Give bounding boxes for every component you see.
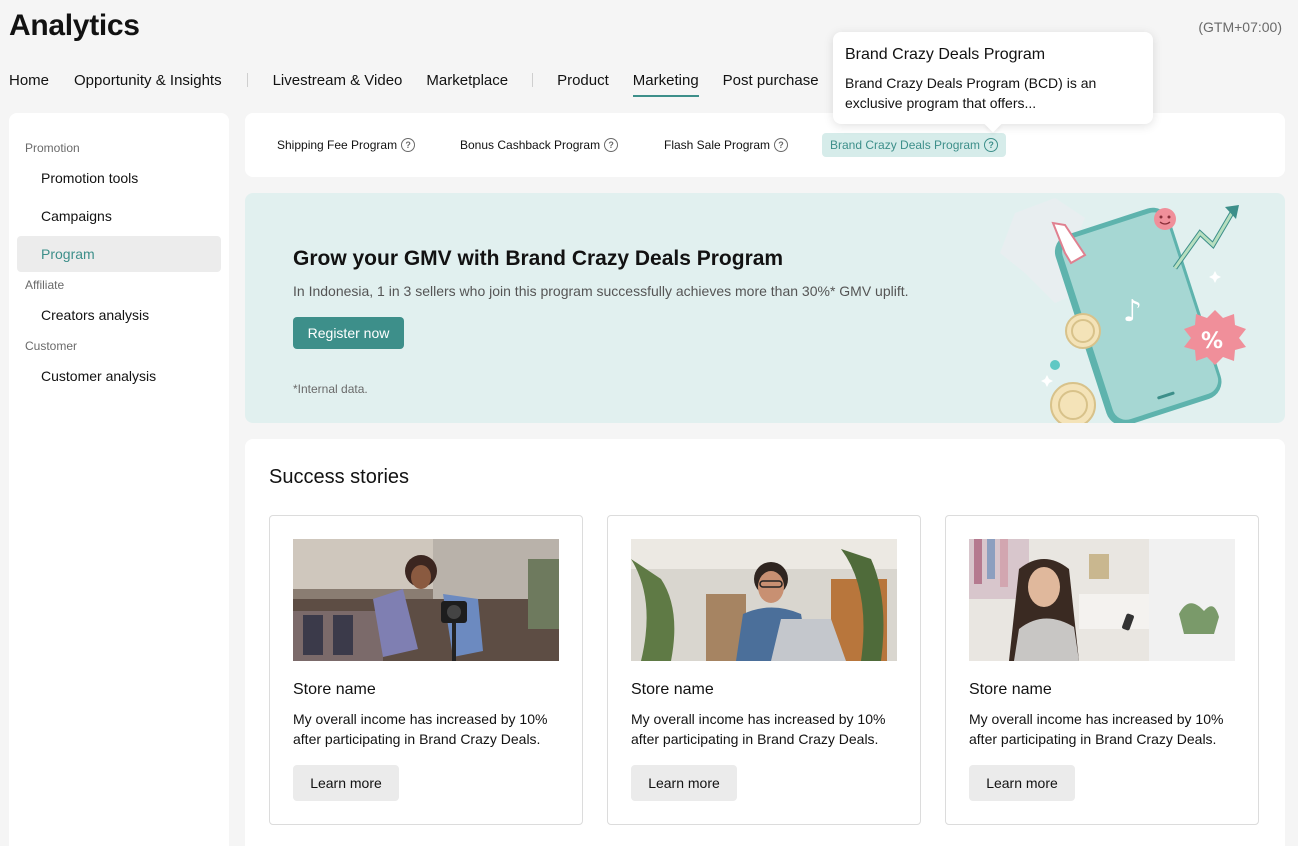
banner-footnote: *Internal data. [293,382,368,396]
tab-label: Bonus Cashback Program [460,138,601,152]
store-name: Store name [631,681,714,698]
tooltip-body: Brand Crazy Deals Program (BCD) is an ex… [845,75,1097,111]
store-name: Store name [293,681,376,698]
story-text: My overall income has increased by 10% a… [293,711,548,747]
sidebar-section-customer: Customer [25,339,78,353]
nav-marketplace[interactable]: Marketplace [426,72,508,97]
tab-flash-sale-program[interactable]: Flash Sale Program ? [656,133,796,157]
promo-banner: Grow your GMV with Brand Crazy Deals Pro… [245,193,1285,423]
banner-subtitle: In Indonesia, 1 in 3 sellers who join th… [293,283,909,299]
question-icon[interactable]: ? [984,138,999,152]
store-name: Store name [969,681,1052,698]
sidebar-item-campaigns[interactable]: Campaigns [17,198,221,234]
top-navigation: Home Opportunity & Insights Livestream &… [9,70,819,98]
sidebar-item-creators-analysis[interactable]: Creators analysis [17,297,221,333]
story-card: Store name My overall income has increas… [945,515,1259,825]
tooltip-brand-crazy-deals: Brand Crazy Deals Program Brand Crazy De… [833,32,1153,124]
nav-livestream-video[interactable]: Livestream & Video [273,72,403,97]
story-card: Store name My overall income has increas… [607,515,921,825]
nav-separator [532,73,534,87]
sidebar-item-promotion-tools[interactable]: Promotion tools [17,160,221,196]
tab-label: Flash Sale Program [664,138,771,152]
sidebar-section-affiliate: Affiliate [25,278,65,292]
sidebar-item-customer-analysis[interactable]: Customer analysis [17,358,221,394]
nav-product[interactable]: Product [557,72,609,97]
learn-more-button[interactable]: Learn more [293,765,399,801]
story-text: My overall income has increased by 10% a… [969,711,1224,747]
question-icon[interactable]: ? [604,138,619,152]
question-icon[interactable]: ? [774,138,789,152]
tab-label: Shipping Fee Program [277,138,398,152]
nav-marketing[interactable]: Marketing [632,72,699,97]
tab-bonus-cashback-program[interactable]: Bonus Cashback Program ? [452,133,626,157]
story-text: My overall income has increased by 10% a… [631,711,886,747]
sidebar-section-promotion: Promotion [25,141,80,155]
tab-shipping-fee-program[interactable]: Shipping Fee Program ? [269,133,423,157]
learn-more-button[interactable]: Learn more [969,765,1075,801]
story-image [631,539,897,661]
story-card: Store name My overall income has increas… [269,515,583,825]
question-icon[interactable]: ? [401,138,416,152]
discount-badge-text: % [1201,329,1223,354]
stories-title: Success stories [269,466,410,488]
phone-illustration-icon: ♪ % [1000,198,1246,423]
story-image [969,539,1235,661]
story-image [293,539,559,661]
nav-post-purchase[interactable]: Post purchase [723,72,819,97]
register-now-button[interactable]: Register now [293,317,404,349]
svg-text:♪: ♪ [1123,294,1142,329]
tooltip-title: Brand Crazy Deals Program [845,46,1046,63]
nav-separator [246,73,248,87]
timezone-label: (GTM+07:00) [1198,19,1282,35]
nav-home[interactable]: Home [9,72,49,97]
nav-opportunity-insights[interactable]: Opportunity & Insights [74,72,222,97]
page-title: Analytics [9,9,140,42]
sidebar: Promotion Promotion tools Campaigns Prog… [9,113,229,846]
banner-title: Grow your GMV with Brand Crazy Deals Pro… [293,247,784,270]
tab-brand-crazy-deals-program[interactable]: Brand Crazy Deals Program ? [822,133,1007,157]
tab-label: Brand Crazy Deals Program [830,138,981,152]
learn-more-button[interactable]: Learn more [631,765,737,801]
sidebar-item-program[interactable]: Program [17,236,221,272]
success-stories: Success stories Store name My overall in… [245,439,1285,846]
